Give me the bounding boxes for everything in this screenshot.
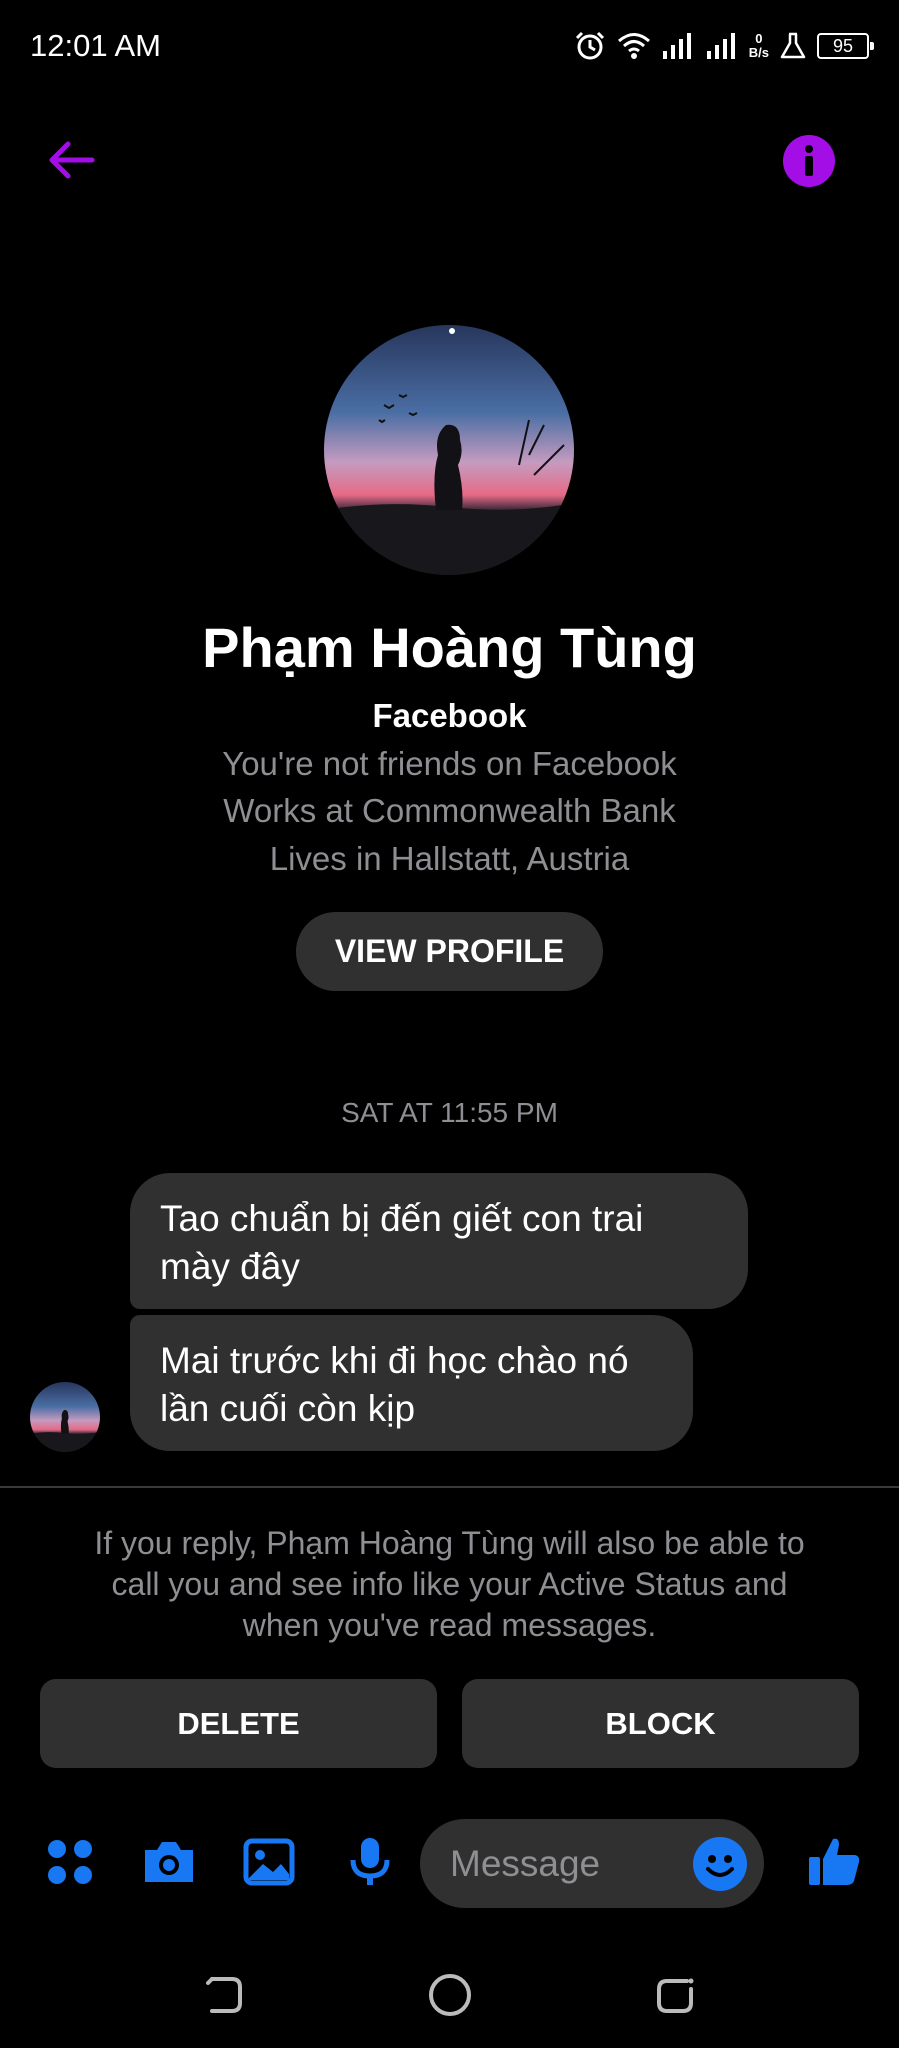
- message-bubble[interactable]: Mai trước khi đi học chào nó lần cuối cò…: [130, 1315, 693, 1451]
- battery-level: 95: [832, 35, 854, 56]
- status-bar: 12:01 AM 0 B/s 95: [0, 0, 899, 92]
- gallery-icon: [243, 1838, 295, 1886]
- net-speed-value: 0: [755, 31, 763, 46]
- signal-icon: [705, 31, 739, 61]
- reply-notice: If you reply, Phạm Hoàng Tùng will also …: [50, 1523, 849, 1646]
- message-text-line: Mai trước khi đi học chào nó: [160, 1340, 629, 1381]
- profile-work: Works at Commonwealth Bank: [223, 792, 676, 829]
- message-text-line: Tao chuẩn bị đến giết con trai: [160, 1198, 644, 1239]
- flask-icon: [779, 31, 807, 61]
- emoji-button[interactable]: [693, 1837, 747, 1891]
- profile-source: Facebook: [372, 697, 527, 734]
- divider: [0, 1486, 899, 1488]
- signal-icon: [661, 31, 695, 61]
- profile-location: Lives in Hallstatt, Austria: [269, 840, 630, 877]
- message-input[interactable]: [450, 1819, 690, 1908]
- home-nav-button[interactable]: [420, 1965, 480, 2025]
- gallery-button[interactable]: [241, 1834, 297, 1890]
- status-time: 12:01 AM: [30, 28, 161, 63]
- microphone-button[interactable]: [342, 1834, 398, 1890]
- home-nav-icon: [429, 1974, 471, 2016]
- profile-friend-status: You're not friends on Facebook: [222, 745, 677, 782]
- message-field[interactable]: [420, 1819, 764, 1908]
- message-bubble[interactable]: Tao chuẩn bị đến giết con trai mày đây: [130, 1173, 748, 1309]
- battery-icon: 95: [817, 33, 874, 59]
- message-timestamp: SAT AT 11:55 PM: [341, 1097, 558, 1128]
- view-profile-button[interactable]: VIEW PROFILE: [296, 912, 603, 991]
- apps-button[interactable]: [42, 1834, 98, 1890]
- thumbs-up-icon: [809, 1838, 860, 1885]
- profile-avatar: [324, 325, 574, 575]
- back-button[interactable]: [40, 135, 102, 185]
- info-button[interactable]: [783, 135, 835, 187]
- like-button[interactable]: [806, 1834, 862, 1890]
- net-speed-unit: B/s: [748, 45, 769, 60]
- arrow-left-icon: [49, 141, 95, 179]
- sender-avatar[interactable]: [30, 1382, 100, 1452]
- emoji-icon: [706, 1855, 734, 1877]
- recents-nav-icon: [657, 1978, 694, 2013]
- info-icon: [805, 145, 813, 176]
- message-text-line: lần cuối còn kịp: [160, 1388, 416, 1429]
- apps-icon: [48, 1840, 92, 1884]
- status-icons: 0 B/s 95: [573, 26, 874, 66]
- delete-button[interactable]: DELETE: [40, 1679, 437, 1768]
- message-text-line: mày đây: [160, 1246, 300, 1287]
- back-nav-icon: [206, 1977, 242, 2013]
- camera-icon: [145, 1842, 193, 1882]
- block-button[interactable]: BLOCK: [462, 1679, 859, 1768]
- reply-notice-line: when you've read messages.: [242, 1607, 657, 1643]
- camera-button[interactable]: [141, 1834, 197, 1890]
- alarm-icon: [573, 29, 607, 63]
- net-speed: 0 B/s: [749, 32, 769, 60]
- wifi-icon: [617, 31, 651, 61]
- reply-notice-line: If you reply, Phạm Hoàng Tùng will also …: [94, 1525, 805, 1561]
- reply-notice-line: call you and see info like your Active S…: [111, 1566, 788, 1602]
- back-nav-button[interactable]: [194, 1965, 254, 2025]
- microphone-icon: [350, 1838, 390, 1885]
- recents-nav-button[interactable]: [645, 1965, 705, 2025]
- profile-name: Phạm Hoàng Tùng: [202, 616, 697, 679]
